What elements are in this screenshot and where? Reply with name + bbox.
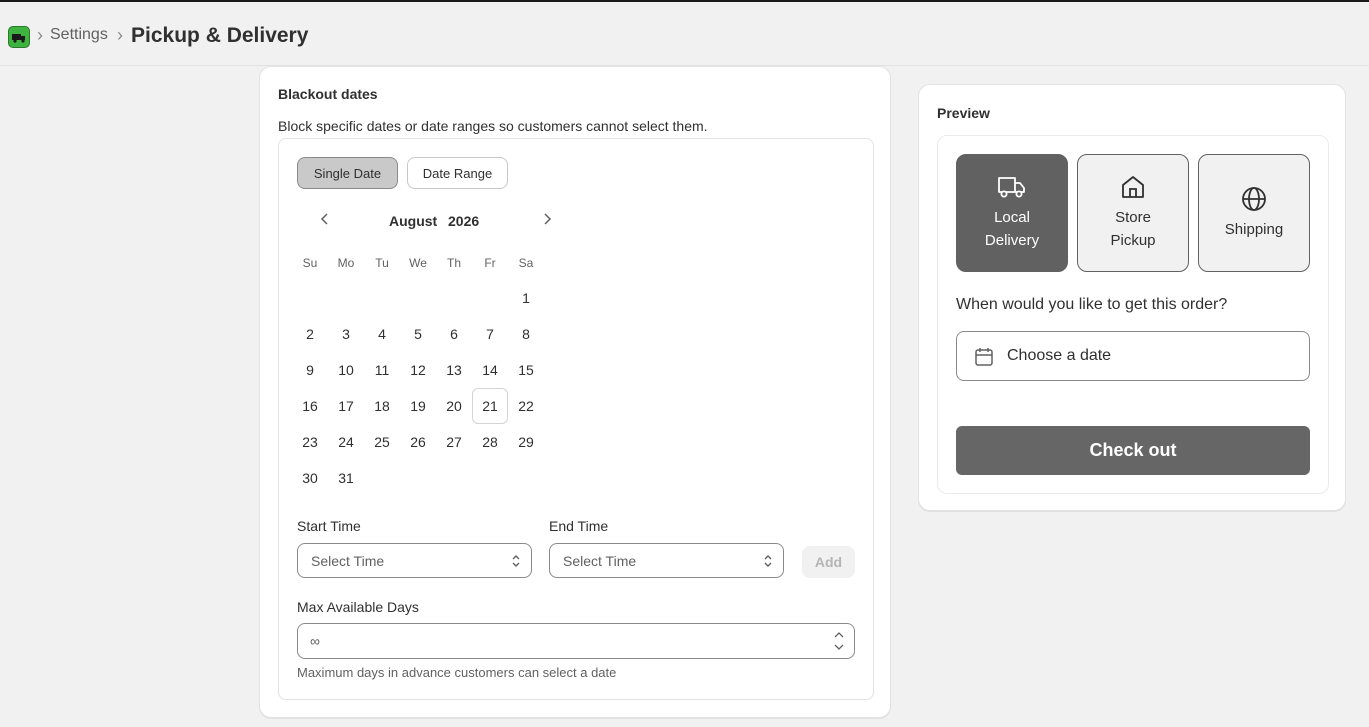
chevron-left-icon [320, 213, 328, 225]
calendar-day[interactable]: 30 [292, 460, 328, 496]
select-caret-icon [512, 555, 520, 567]
calendar-year: 2026 [448, 213, 480, 229]
max-days-value: ∞ [310, 633, 320, 649]
calendar-day[interactable]: 26 [400, 424, 436, 460]
weekday-label: We [409, 256, 427, 270]
home-icon [1122, 176, 1144, 198]
calendar-day[interactable]: 8 [508, 316, 544, 352]
calendar-day[interactable]: 19 [400, 388, 436, 424]
calendar-day[interactable]: 18 [364, 388, 400, 424]
calendar-day[interactable]: 23 [292, 424, 328, 460]
weekday-label: Su [302, 256, 318, 270]
blackout-form: Single Date Date Range August 2026 Su Mo T… [278, 138, 874, 700]
globe-icon [1242, 186, 1266, 211]
choose-date-placeholder: Choose a date [1007, 347, 1112, 364]
max-days-help-text: Maximum days in advance customers can se… [297, 665, 617, 680]
calendar-day[interactable]: 17 [328, 388, 364, 424]
breadcrumb-separator: › [117, 25, 123, 45]
weekday-label: Th [446, 256, 461, 270]
add-button[interactable]: Add [802, 546, 855, 578]
calendar-day[interactable]: 9 [292, 352, 328, 388]
start-time-value: Select Time [311, 553, 385, 569]
store-pickup-option[interactable]: Store Pickup [1077, 154, 1189, 272]
calendar-day[interactable]: 4 [364, 316, 400, 352]
date-range-button[interactable]: Date Range [407, 157, 508, 189]
method-label-line1: Store [1115, 209, 1151, 226]
truck-app-icon [12, 34, 25, 43]
start-time-select[interactable]: Select Time [297, 543, 532, 578]
calendar-month: August [389, 213, 438, 229]
single-date-button[interactable]: Single Date [297, 157, 398, 189]
weekday-label: Mo [337, 256, 355, 270]
method-label-line2: Pickup [1110, 232, 1156, 249]
shipping-option[interactable]: Shipping [1198, 154, 1310, 272]
calendar-day[interactable]: 13 [436, 352, 472, 388]
truck-icon [998, 177, 1025, 198]
calendar-day[interactable]: 12 [400, 352, 436, 388]
number-stepper-icon[interactable] [830, 627, 848, 655]
choose-date-input[interactable]: Choose a date [956, 331, 1310, 381]
weekday-label: Sa [518, 256, 534, 270]
end-time-select[interactable]: Select Time [549, 543, 784, 578]
page-title: Pickup & Delivery [131, 24, 309, 47]
breadcrumb-settings-link[interactable]: Settings [50, 26, 108, 44]
prev-month-button[interactable] [317, 211, 333, 227]
calendar-day[interactable]: 20 [436, 388, 472, 424]
preview-card: Preview Local Delivery Store Pickup Ship… [918, 84, 1346, 511]
end-time-label: End Time [549, 518, 609, 534]
max-days-label: Max Available Days [297, 599, 419, 615]
weekday-label: Fr [484, 256, 496, 270]
calendar-day[interactable]: 10 [328, 352, 364, 388]
method-label-line1: Local [994, 209, 1030, 226]
method-label-line2: Delivery [984, 232, 1040, 249]
card-description: Block specific dates or date ranges so c… [278, 118, 708, 134]
calendar-day[interactable]: 14 [472, 352, 508, 388]
preview-title: Preview [937, 105, 990, 121]
max-days-input[interactable]: ∞ [297, 623, 855, 659]
calendar-day[interactable]: 2 [292, 316, 328, 352]
start-time-label: Start Time [297, 518, 361, 534]
select-caret-icon [764, 555, 772, 567]
page-header: › Settings › Pickup & Delivery [0, 2, 1369, 66]
app-icon[interactable] [8, 26, 30, 48]
calendar-icon [975, 348, 993, 366]
card-title: Blackout dates [278, 86, 378, 102]
calendar-day[interactable]: 28 [472, 424, 508, 460]
breadcrumb-separator: › [37, 25, 43, 45]
calendar-day[interactable]: 16 [292, 388, 328, 424]
blackout-dates-card: Blackout dates Block specific dates or d… [259, 66, 891, 718]
calendar-day[interactable]: 22 [508, 388, 544, 424]
calendar-day[interactable]: 25 [364, 424, 400, 460]
next-month-button[interactable] [539, 211, 555, 227]
local-delivery-option[interactable]: Local Delivery [956, 154, 1068, 272]
end-time-value: Select Time [563, 553, 637, 569]
delivery-question: When would you like to get this order? [956, 296, 1228, 313]
calendar-day[interactable]: 7 [472, 316, 508, 352]
calendar-day[interactable]: 5 [400, 316, 436, 352]
calendar-day[interactable]: 3 [328, 316, 364, 352]
calendar-day[interactable]: 27 [436, 424, 472, 460]
calendar-day[interactable]: 24 [328, 424, 364, 460]
method-label: Shipping [1224, 220, 1284, 238]
weekday-label: Tu [375, 256, 389, 270]
calendar-day[interactable]: 1 [508, 280, 544, 316]
chevron-right-icon [544, 213, 552, 225]
preview-widget: Local Delivery Store Pickup Shipping Whe… [937, 135, 1329, 494]
calendar-day[interactable]: 11 [364, 352, 400, 388]
calendar-day[interactable]: 6 [436, 316, 472, 352]
checkout-button[interactable]: Check out [956, 426, 1310, 475]
calendar-day[interactable]: 21 [472, 388, 508, 424]
calendar-day[interactable]: 15 [508, 352, 544, 388]
calendar-day[interactable]: 29 [508, 424, 544, 460]
calendar-day[interactable]: 31 [328, 460, 364, 496]
